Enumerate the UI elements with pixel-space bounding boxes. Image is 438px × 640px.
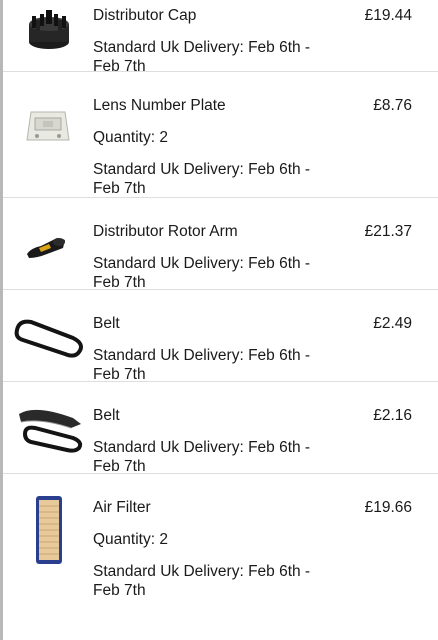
delivery-info: Standard Uk Delivery: Feb 6th - Feb 7th (93, 255, 311, 291)
delivery-info: Standard Uk Delivery: Feb 6th - Feb 7th (93, 347, 311, 383)
item-price: £19.44 (364, 7, 412, 24)
item-price: £2.49 (373, 315, 412, 332)
cart-item[interactable]: Distributor Cap £19.44 Standard Uk Deliv… (3, 0, 438, 75)
belt-icon (9, 312, 87, 374)
cart-item[interactable]: £19.66 Air Filter Quantity: 2 Standard U… (3, 474, 438, 599)
belt-icon (11, 400, 87, 462)
cart-item[interactable]: £21.37 Distributor Rotor Arm Standard Uk… (3, 198, 438, 291)
item-price: £8.76 (373, 97, 412, 114)
item-quantity: Quantity: 2 (93, 531, 168, 548)
item-name[interactable]: Lens Number Plate (93, 96, 412, 116)
delivery-info: Standard Uk Delivery: Feb 6th - Feb 7th (93, 563, 311, 599)
item-name[interactable]: Belt (93, 314, 412, 334)
item-name[interactable]: Belt (93, 406, 412, 426)
cart-item[interactable]: £2.49 Belt Standard Uk Delivery: Feb 6th… (3, 290, 438, 383)
delivery-info: Standard Uk Delivery: Feb 6th - Feb 7th (93, 161, 311, 197)
cart-item[interactable]: £2.16 Belt Standard Uk Delivery: Feb 6th… (3, 382, 438, 475)
delivery-info: Standard Uk Delivery: Feb 6th - Feb 7th (93, 439, 311, 475)
rotor-arm-icon (13, 218, 83, 280)
lens-number-plate-icon (13, 100, 83, 162)
distributor-cap-icon (13, 6, 83, 68)
cart-item-list: Distributor Cap £19.44 Standard Uk Deliv… (3, 0, 438, 599)
air-filter-icon (13, 490, 83, 570)
item-price: £2.16 (373, 407, 412, 424)
item-price: £21.37 (364, 223, 412, 240)
cart-item[interactable]: £8.76 Lens Number Plate Quantity: 2 Stan… (3, 72, 438, 198)
delivery-info: Standard Uk Delivery: Feb 6th - Feb 7th (93, 39, 311, 75)
item-quantity: Quantity: 2 (93, 129, 168, 146)
item-price: £19.66 (364, 499, 412, 516)
